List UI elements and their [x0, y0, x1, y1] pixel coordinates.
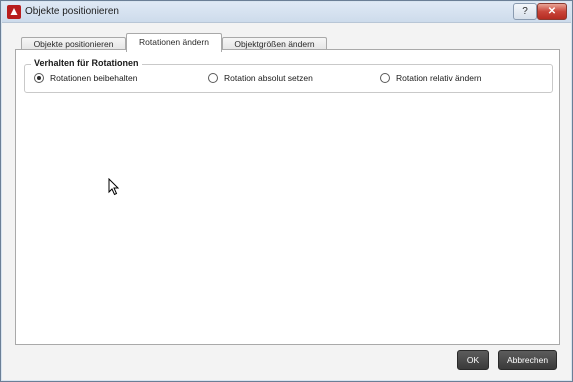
window-title: Objekte positionieren	[25, 6, 119, 17]
title-bar[interactable]: Objekte positionieren ? ✕	[2, 2, 571, 23]
group-title: Verhalten für Rotationen	[31, 58, 142, 68]
radio-label[interactable]: Rotationen beibehalten	[50, 73, 137, 83]
app-logo-icon	[7, 5, 21, 19]
mouse-pointer-icon	[108, 178, 120, 196]
close-button[interactable]: ✕	[537, 3, 567, 20]
help-button[interactable]: ?	[513, 3, 537, 20]
cancel-button[interactable]: Abbrechen	[498, 350, 557, 370]
ok-button[interactable]: OK	[457, 350, 489, 370]
radio-label[interactable]: Rotation absolut setzen	[224, 73, 313, 83]
tab-rotationen-aendern[interactable]: Rotationen ändern	[126, 33, 222, 52]
radio-label[interactable]: Rotation relativ ändern	[396, 73, 482, 83]
rotation-behavior-group: Verhalten für Rotationen Rotationen beib…	[24, 58, 553, 93]
radio-unselected-icon[interactable]	[380, 73, 390, 83]
dialog-window: Objekte positionieren ? ✕ Objekte positi…	[0, 0, 573, 382]
radio-unselected-icon[interactable]	[208, 73, 218, 83]
radio-selected-icon[interactable]	[34, 73, 44, 83]
tab-panel: Verhalten für Rotationen Rotationen beib…	[15, 49, 560, 345]
